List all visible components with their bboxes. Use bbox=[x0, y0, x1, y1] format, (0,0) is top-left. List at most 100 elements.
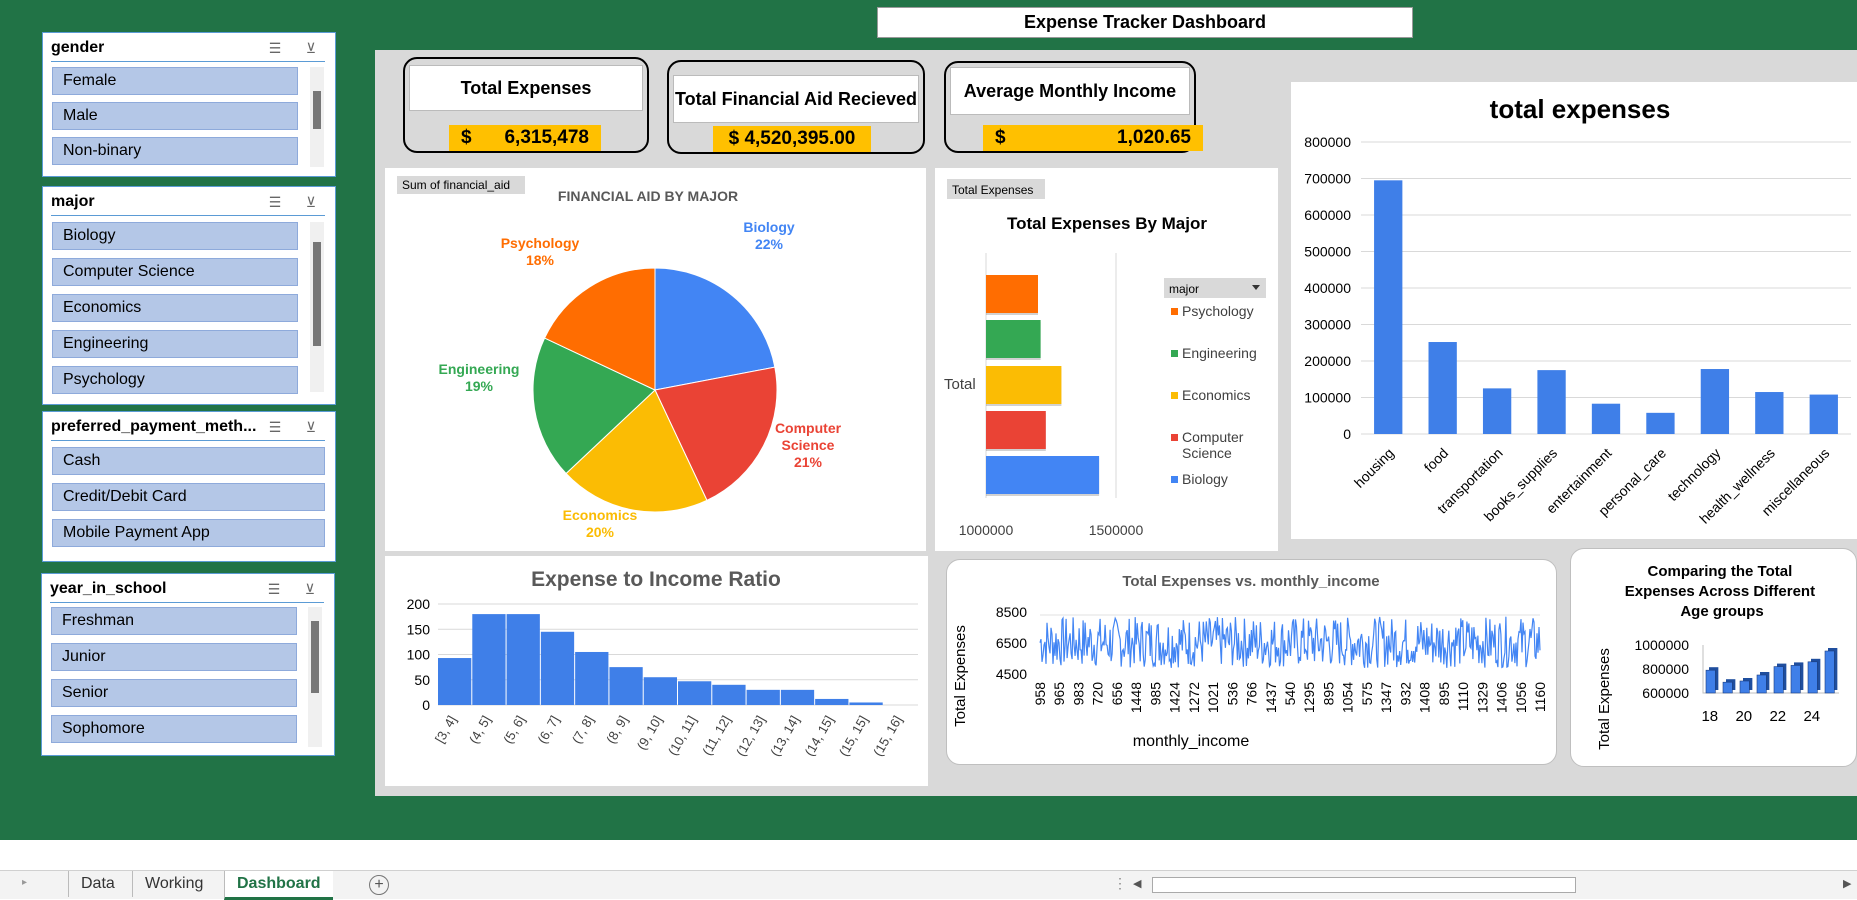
slicer-item[interactable]: Mobile Payment App bbox=[52, 519, 325, 547]
pie-slices bbox=[532, 267, 778, 513]
bar[interactable] bbox=[609, 667, 643, 705]
bar[interactable] bbox=[1824, 650, 1835, 694]
category-label: housing bbox=[1351, 445, 1397, 491]
tick-label: 600000 bbox=[1642, 685, 1689, 701]
bar[interactable] bbox=[1809, 394, 1838, 434]
clear-filter-icon[interactable]: ⊻ bbox=[301, 39, 321, 57]
bar[interactable] bbox=[438, 658, 472, 705]
total-expenses-panel[interactable]: total expenses 0 100000 200000 300000 400000… bbox=[1291, 82, 1857, 539]
bar[interactable] bbox=[1482, 388, 1512, 434]
bar[interactable] bbox=[678, 681, 712, 705]
bar[interactable] bbox=[986, 275, 1038, 313]
multi-select-icon[interactable]: ☰ bbox=[264, 580, 284, 598]
slicer-item[interactable]: Psychology bbox=[52, 366, 298, 394]
slicer-item[interactable]: Male bbox=[52, 102, 298, 130]
multi-select-icon[interactable]: ☰ bbox=[265, 418, 285, 436]
category-label: (15, 16] bbox=[870, 713, 905, 759]
slicer-item[interactable]: Female bbox=[52, 67, 298, 95]
expense-ratio-panel[interactable]: Expense to Income Ratio 0 50 100 150 200 [3,… bbox=[385, 556, 928, 786]
bar[interactable] bbox=[1646, 412, 1675, 434]
bar[interactable] bbox=[1700, 369, 1730, 434]
expenses-vs-income-panel[interactable]: Total Expenses vs. monthly_income 4500 65… bbox=[946, 559, 1557, 765]
y-axis-title: Total Expenses bbox=[952, 625, 969, 727]
scroll-left-icon[interactable]: ◀ bbox=[1133, 875, 1147, 893]
scroll-thumb[interactable] bbox=[313, 242, 321, 346]
scroll-right-icon[interactable]: ▶ bbox=[1843, 875, 1857, 893]
add-sheet-icon[interactable]: + bbox=[369, 875, 389, 895]
bar[interactable] bbox=[1739, 680, 1750, 694]
slicer-scrollbar[interactable] bbox=[308, 607, 322, 747]
legend-label: Engineering bbox=[1182, 345, 1257, 361]
slicer-item[interactable]: Senior bbox=[51, 679, 297, 707]
legend-title: major bbox=[1169, 282, 1199, 296]
expenses-by-major-panel[interactable]: Total Expenses Total Expenses By Major T… bbox=[935, 168, 1278, 551]
slicer-item[interactable]: Cash bbox=[52, 447, 325, 475]
clear-filter-icon[interactable]: ⊻ bbox=[301, 193, 321, 211]
bar[interactable] bbox=[986, 320, 1041, 358]
slicer-item[interactable]: Biology bbox=[52, 222, 298, 250]
bar[interactable] bbox=[1807, 661, 1818, 694]
slicer-item[interactable]: Engineering bbox=[52, 330, 298, 358]
clear-filter-icon[interactable]: ⊻ bbox=[300, 580, 320, 598]
bar[interactable] bbox=[1537, 370, 1566, 434]
more-options-icon[interactable]: ⋮ bbox=[1113, 875, 1127, 892]
slicer-payment-method[interactable]: preferred_payment_meth... ☰ ⊻ Cash Credi… bbox=[42, 411, 336, 562]
pie-chart-panel[interactable]: Sum of financial_aid FINANCIAL AID BY MA… bbox=[385, 168, 926, 551]
multi-select-icon[interactable]: ☰ bbox=[265, 193, 285, 211]
slicer-item[interactable]: Junior bbox=[51, 643, 297, 671]
bar[interactable] bbox=[1756, 674, 1767, 694]
bar[interactable] bbox=[1722, 681, 1733, 694]
chart-title: Total Expenses vs. monthly_income bbox=[1122, 573, 1379, 590]
bar[interactable] bbox=[1790, 665, 1801, 694]
tick-label: 100 bbox=[407, 647, 431, 663]
bar[interactable] bbox=[746, 689, 780, 705]
bar[interactable] bbox=[986, 411, 1046, 449]
multi-select-icon[interactable]: ☰ bbox=[265, 39, 285, 57]
slicer-item[interactable]: Computer Science bbox=[52, 258, 298, 286]
bar[interactable] bbox=[1755, 392, 1784, 434]
tick-label: 8500 bbox=[996, 604, 1027, 620]
x-ticks: 1000000 1500000 bbox=[959, 522, 1144, 538]
tab-data[interactable]: Data bbox=[68, 871, 127, 897]
slicer-item[interactable]: Freshman bbox=[51, 607, 297, 635]
bar[interactable] bbox=[712, 684, 746, 705]
tab-scroll-left-icon[interactable]: ▸ bbox=[22, 877, 27, 888]
slicer-item[interactable]: Sophomore bbox=[51, 715, 297, 743]
bar[interactable] bbox=[1705, 669, 1716, 694]
slicer-gender[interactable]: gender ☰ ⊻ Female Male Non-binary bbox=[42, 32, 336, 177]
bar[interactable] bbox=[986, 456, 1100, 494]
slicer-major[interactable]: major ☰ ⊻ Biology Computer Science Econo… bbox=[42, 186, 336, 405]
horizontal-scrollbar-thumb[interactable] bbox=[1152, 877, 1576, 893]
scroll-thumb[interactable] bbox=[313, 91, 321, 129]
tick-label: 1160 bbox=[1532, 682, 1548, 712]
clear-filter-icon[interactable]: ⊻ bbox=[301, 418, 321, 436]
bar[interactable] bbox=[506, 614, 540, 705]
bar[interactable] bbox=[1773, 666, 1784, 694]
category-label: technology bbox=[1664, 445, 1723, 504]
bar[interactable] bbox=[986, 366, 1062, 404]
bar[interactable] bbox=[643, 677, 677, 705]
tick-label: 1021 bbox=[1205, 682, 1221, 713]
tab-dashboard[interactable]: Dashboard bbox=[224, 871, 333, 900]
bar[interactable] bbox=[849, 702, 883, 705]
tab-working[interactable]: Working bbox=[132, 871, 215, 897]
category-label: (12, 13] bbox=[733, 713, 768, 759]
scroll-thumb[interactable] bbox=[311, 621, 319, 693]
slicer-item[interactable]: Economics bbox=[52, 294, 298, 322]
bar[interactable] bbox=[780, 689, 815, 705]
bar[interactable] bbox=[1591, 403, 1621, 434]
bar[interactable] bbox=[815, 698, 849, 705]
kpi-average-income: Average Monthly Income $ 1,020.65 bbox=[944, 61, 1203, 153]
bar[interactable] bbox=[540, 631, 575, 705]
bar[interactable] bbox=[1374, 180, 1403, 434]
slicer-scrollbar[interactable] bbox=[310, 222, 324, 392]
slicer-year-in-school[interactable]: year_in_school ☰ ⊻ Freshman Junior Senio… bbox=[41, 573, 335, 756]
category-label: (11, 12] bbox=[699, 713, 734, 758]
slicer-item[interactable]: Credit/Debit Card bbox=[52, 483, 325, 511]
bar[interactable] bbox=[575, 651, 609, 705]
slicer-scrollbar[interactable] bbox=[310, 67, 324, 167]
bar[interactable] bbox=[472, 614, 506, 705]
age-groups-panel[interactable]: Comparing the Total Expenses Across Diff… bbox=[1570, 548, 1857, 767]
slicer-item[interactable]: Non-binary bbox=[52, 137, 298, 165]
bar[interactable] bbox=[1428, 342, 1457, 434]
